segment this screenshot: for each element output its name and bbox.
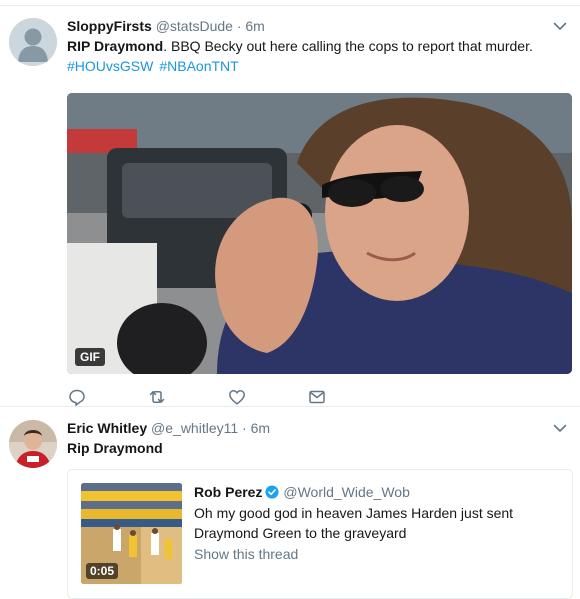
quoted-tweet[interactable]: 0:05 Rob Perez @World_Wide_Wob Oh my goo… (67, 469, 573, 599)
verified-badge-icon (265, 485, 280, 499)
gif-media[interactable]: GIF (67, 93, 572, 374)
like-icon[interactable] (227, 387, 247, 407)
show-thread-link[interactable]: Show this thread (194, 544, 562, 564)
quoted-fullname[interactable]: Rob Perez (194, 484, 262, 500)
retweet-icon[interactable] (147, 387, 167, 407)
separator: · (236, 18, 242, 34)
tweet-text-bold: RIP Draymond (67, 38, 164, 54)
hashtag-link[interactable]: #NBAonTNT (159, 58, 238, 74)
profile-photo (9, 420, 57, 468)
video-thumbnail[interactable]: 0:05 (81, 483, 182, 584)
username[interactable]: @statsDude (156, 18, 233, 34)
fullname[interactable]: SloppyFirsts (67, 18, 152, 34)
tweet-header: Eric Whitley @e_whitley11 · 6m (67, 418, 568, 438)
tweet-text-bold: Rip Draymond (67, 440, 163, 456)
fullname[interactable]: Eric Whitley (67, 420, 147, 436)
direct-message-icon[interactable] (307, 387, 327, 407)
tweet[interactable]: SloppyFirsts @statsDude · 6m RIP Draymon… (0, 6, 580, 407)
quoted-tweet-header: Rob Perez @World_Wide_Wob (194, 482, 562, 502)
hashtag-link[interactable]: #HOUvsGSW (67, 58, 153, 74)
tweet-header: SloppyFirsts @statsDude · 6m (67, 16, 568, 36)
hashtag-list: #HOUvsGSW #NBAonTNT (67, 56, 568, 76)
quoted-tweet-text: Oh my good god in heaven James Harden ju… (194, 505, 514, 541)
tweet-text: RIP Draymond. BBQ Becky out here calling… (67, 36, 568, 56)
chevron-down-icon[interactable] (552, 18, 568, 34)
avatar[interactable] (9, 18, 57, 66)
tweet[interactable]: Eric Whitley @e_whitley11 · 6m Rip Draym… (0, 407, 580, 599)
separator: · (242, 420, 247, 436)
tweet-text: Rip Draymond (67, 438, 568, 458)
timestamp[interactable]: 6m (245, 18, 264, 34)
tweet-text-rest: . BBQ Becky out here calling the cops to… (163, 38, 533, 54)
video-duration: 0:05 (86, 563, 119, 579)
username[interactable]: @e_whitley11 (151, 420, 238, 436)
avatar[interactable] (9, 420, 57, 468)
gif-badge: GIF (75, 348, 105, 366)
timestamp[interactable]: 6m (251, 420, 270, 436)
reply-icon[interactable] (67, 387, 87, 407)
default-avatar-icon (9, 18, 57, 66)
chevron-down-icon[interactable] (552, 420, 568, 436)
quoted-username[interactable]: @World_Wide_Wob (283, 484, 410, 500)
gif-image (67, 93, 572, 374)
tweet-actions (67, 387, 367, 407)
